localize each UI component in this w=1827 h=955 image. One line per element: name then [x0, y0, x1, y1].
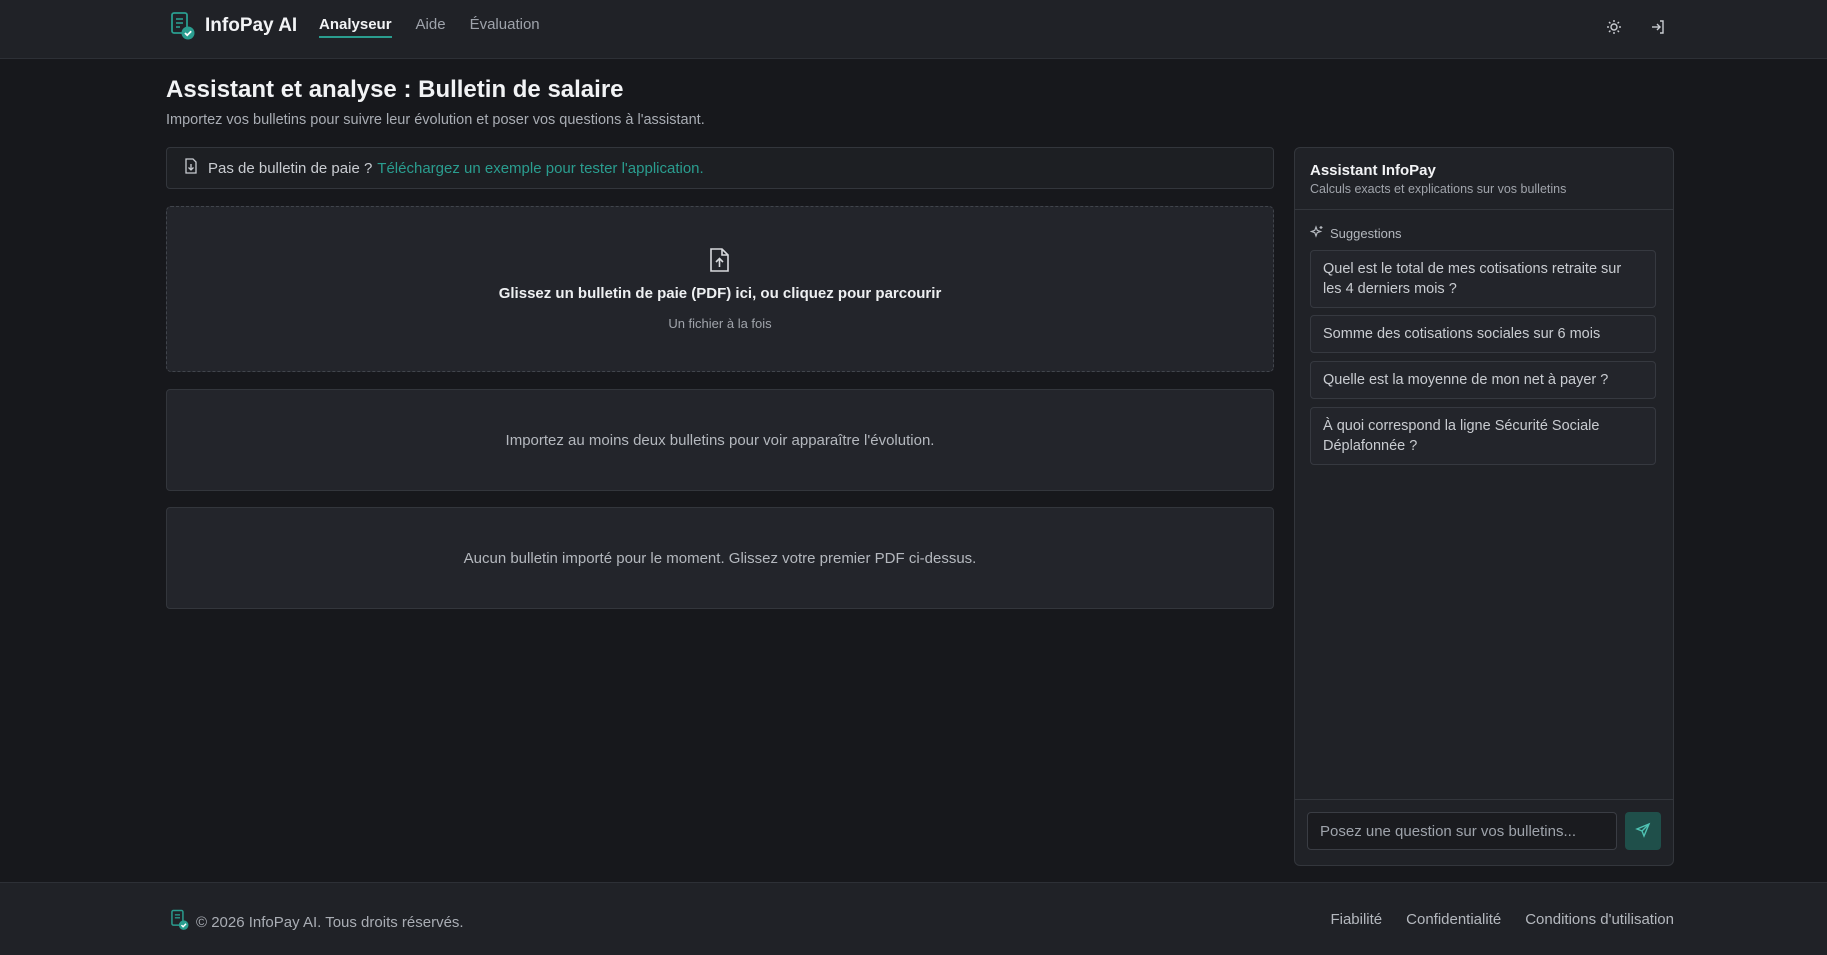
top-navbar: InfoPay AI Analyseur Aide Évaluation — [0, 0, 1827, 59]
sample-text: Pas de bulletin de paie ? — [208, 159, 373, 177]
bulletins-list-panel: Aucun bulletin importé pour le moment. G… — [166, 507, 1274, 609]
suggestion-item[interactable]: À quoi correspond la ligne Sécurité Soci… — [1310, 407, 1656, 465]
nav-aide[interactable]: Aide — [416, 16, 446, 38]
login-icon[interactable] — [1648, 17, 1668, 37]
document-check-icon — [170, 11, 196, 41]
assistant-header: Assistant InfoPay Calculs exacts et expl… — [1295, 148, 1673, 210]
assistant-title: Assistant InfoPay — [1310, 162, 1436, 179]
file-upload-icon — [709, 247, 731, 278]
footer-link-fiabilite[interactable]: Fiabilité — [1330, 911, 1382, 928]
assistant-subtitle: Calculs exacts et explications sur vos b… — [1310, 182, 1567, 196]
send-icon — [1635, 822, 1651, 841]
dropzone-hint: Un fichier à la fois — [668, 316, 772, 331]
page-title: Assistant et analyse : Bulletin de salai… — [166, 76, 624, 103]
download-sample-link[interactable]: Téléchargez un exemple pour tester l'app… — [377, 160, 703, 177]
question-input[interactable] — [1307, 812, 1617, 850]
sample-banner: Pas de bulletin de paie ? Téléchargez un… — [166, 147, 1274, 189]
nav-evaluation[interactable]: Évaluation — [470, 16, 540, 38]
footer: © 2026 InfoPay AI. Tous droits réservés.… — [0, 882, 1827, 955]
evolution-panel: Importez au moins deux bulletins pour vo… — [166, 389, 1274, 491]
document-check-icon — [170, 909, 190, 935]
evolution-empty-text: Importez au moins deux bulletins pour vo… — [505, 431, 935, 449]
footer-link-conditions[interactable]: Conditions d'utilisation — [1525, 911, 1674, 928]
dropzone-title: Glissez un bulletin de paie (PDF) ici, o… — [498, 285, 942, 302]
list-empty-text: Aucun bulletin importé pour le moment. G… — [463, 549, 977, 567]
sun-icon[interactable] — [1604, 17, 1624, 37]
suggestion-item[interactable]: Quelle est la moyenne de mon net à payer… — [1310, 361, 1656, 399]
footer-link-confidentialite[interactable]: Confidentialité — [1406, 911, 1501, 928]
suggestions-label: Suggestions — [1309, 225, 1402, 242]
send-button[interactable] — [1625, 812, 1661, 850]
pdf-dropzone[interactable]: Glissez un bulletin de paie (PDF) ici, o… — [166, 206, 1274, 372]
sparkles-icon — [1309, 225, 1324, 242]
brand[interactable]: InfoPay AI — [170, 11, 297, 41]
footer-brand: © 2026 InfoPay AI. Tous droits réservés. — [170, 909, 464, 935]
page-subtitle: Importez vos bulletins pour suivre leur … — [166, 112, 705, 128]
footer-links: Fiabilité Confidentialité Conditions d'u… — [1330, 911, 1674, 928]
assistant-composer — [1295, 799, 1673, 865]
copyright: © 2026 InfoPay AI. Tous droits réservés. — [196, 913, 464, 931]
suggestion-item[interactable]: Quel est le total de mes cotisations ret… — [1310, 250, 1656, 308]
main-nav: Analyseur Aide Évaluation — [319, 16, 540, 38]
assistant-panel: Assistant InfoPay Calculs exacts et expl… — [1294, 147, 1674, 866]
brand-name: InfoPay AI — [205, 15, 298, 36]
nav-analyseur[interactable]: Analyseur — [319, 16, 392, 38]
suggestion-item[interactable]: Somme des cotisations sociales sur 6 moi… — [1310, 315, 1656, 353]
file-download-icon — [184, 158, 198, 178]
